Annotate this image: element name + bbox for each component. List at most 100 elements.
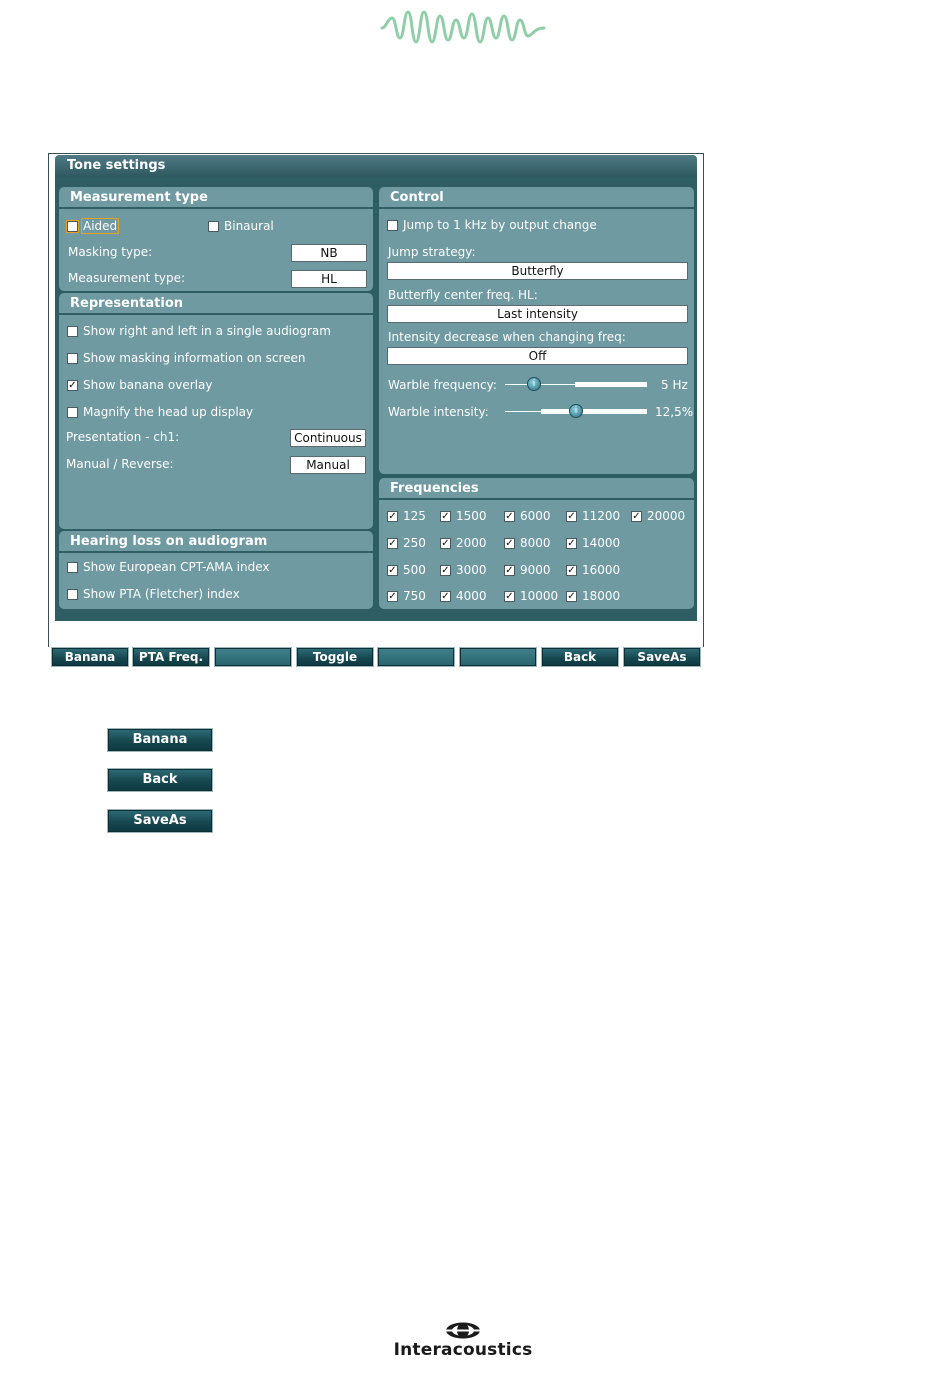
back-button[interactable]: Back [541, 647, 619, 667]
warble-intensity-label: Warble intensity: [388, 405, 489, 419]
pta-freq-button[interactable]: PTA Freq. [132, 647, 210, 667]
freq-6000-label[interactable]: 6000 [520, 509, 551, 523]
intensity-decrease-label: Intensity decrease when changing freq: [388, 330, 626, 344]
freq-750-checkbox[interactable]: ✓ [387, 591, 398, 602]
freq-3000-checkbox[interactable]: ✓ [440, 565, 451, 576]
freq-9000-checkbox[interactable]: ✓ [504, 565, 515, 576]
magnify-hud-checkbox[interactable] [67, 407, 78, 418]
warble-frequency-slider[interactable]: i [505, 377, 647, 391]
warble-intensity-fill [541, 409, 647, 414]
legend-banana-button[interactable]: Banana [107, 728, 213, 752]
cpt-ama-checkbox[interactable] [67, 562, 78, 573]
freq-18000-label[interactable]: 18000 [582, 589, 620, 603]
brand-name: Interacoustics [393, 1340, 533, 1360]
frequencies-header: Frequencies [379, 478, 694, 500]
empty-button-6[interactable] [459, 647, 537, 667]
manual-reverse-label: Manual / Reverse: [66, 457, 174, 471]
measurement-type-label: Measurement type: [68, 271, 186, 285]
bottom-toolbar: Banana PTA Freq. Toggle Back SaveAs [49, 646, 703, 670]
magnify-hud-label[interactable]: Magnify the head up display [83, 405, 253, 419]
freq-6000-checkbox[interactable]: ✓ [504, 511, 515, 522]
empty-button-5[interactable] [377, 647, 455, 667]
banana-button[interactable]: Banana [51, 647, 129, 667]
masking-info-label[interactable]: Show masking information on screen [83, 351, 306, 365]
freq-16000-checkbox[interactable]: ✓ [566, 565, 577, 576]
freq-125-checkbox[interactable]: ✓ [387, 511, 398, 522]
single-audiogram-checkbox[interactable] [67, 326, 78, 337]
representation-header: Representation [59, 293, 373, 315]
freq-10000-checkbox[interactable]: ✓ [504, 591, 515, 602]
freq-1500-label[interactable]: 1500 [456, 509, 487, 523]
binaural-checkbox[interactable] [208, 221, 219, 232]
binaural-label[interactable]: Binaural [224, 219, 274, 233]
warble-intensity-slider[interactable]: i [505, 404, 647, 418]
freq-18000-checkbox[interactable]: ✓ [566, 591, 577, 602]
freq-500-checkbox[interactable]: ✓ [387, 565, 398, 576]
warble-frequency-label: Warble frequency: [388, 378, 497, 392]
freq-250-label[interactable]: 250 [403, 536, 426, 550]
jump-strategy-value[interactable]: Butterfly [387, 262, 688, 280]
freq-11200-checkbox[interactable]: ✓ [566, 511, 577, 522]
banana-overlay-checkbox[interactable]: ✓ [67, 380, 78, 391]
single-audiogram-label[interactable]: Show right and left in a single audiogra… [83, 324, 331, 338]
freq-1500-checkbox[interactable]: ✓ [440, 511, 451, 522]
freq-20000-label[interactable]: 20000 [647, 509, 685, 523]
pta-fletcher-checkbox[interactable] [67, 589, 78, 600]
freq-11200-label[interactable]: 11200 [582, 509, 620, 523]
freq-10000-label[interactable]: 10000 [520, 589, 558, 603]
masking-type-label: Masking type: [68, 245, 153, 259]
tone-settings-window: Tone settings Measurement type Aided Bin… [48, 153, 704, 670]
freq-8000-checkbox[interactable]: ✓ [504, 538, 515, 549]
control-header: Control [379, 187, 694, 209]
presentation-value[interactable]: Continuous [290, 429, 366, 447]
legend-back-button[interactable]: Back [107, 768, 213, 792]
freq-4000-checkbox[interactable]: ✓ [440, 591, 451, 602]
freq-14000-checkbox[interactable]: ✓ [566, 538, 577, 549]
jump-strategy-label: Jump strategy: [388, 245, 476, 259]
pta-fletcher-label[interactable]: Show PTA (Fletcher) index [83, 587, 240, 601]
cpt-ama-label[interactable]: Show European CPT-AMA index [83, 560, 270, 574]
measurement-type-value[interactable]: HL [291, 270, 367, 288]
butterfly-center-value[interactable]: Last intensity [387, 305, 688, 323]
window-body: Measurement type Aided Binaural Masking … [49, 177, 703, 670]
warble-frequency-thumb[interactable]: i [527, 377, 541, 391]
warble-intensity-value: 12,5% [655, 405, 694, 419]
freq-4000-label[interactable]: 4000 [456, 589, 487, 603]
freq-750-label[interactable]: 750 [403, 589, 426, 603]
warble-intensity-thumb[interactable]: i [569, 404, 583, 418]
freq-16000-label[interactable]: 16000 [582, 563, 620, 577]
representation-panel: Representation Show right and left in a … [59, 293, 373, 529]
legend-saveas-button[interactable]: SaveAs [107, 809, 213, 833]
freq-8000-label[interactable]: 8000 [520, 536, 551, 550]
window-title: Tone settings [55, 155, 697, 177]
freq-3000-label[interactable]: 3000 [456, 563, 487, 577]
masking-info-checkbox[interactable] [67, 353, 78, 364]
presentation-label: Presentation - ch1: [66, 430, 180, 444]
intensity-decrease-value[interactable]: Off [387, 347, 688, 365]
aided-checkbox[interactable] [66, 220, 79, 233]
banana-overlay-label[interactable]: Show banana overlay [83, 378, 212, 392]
control-panel: Control Jump to 1 kHz by output change J… [379, 187, 694, 474]
freq-9000-label[interactable]: 9000 [520, 563, 551, 577]
saveas-button[interactable]: SaveAs [623, 647, 701, 667]
freq-500-label[interactable]: 500 [403, 563, 426, 577]
freq-2000-label[interactable]: 2000 [456, 536, 487, 550]
frequencies-panel: Frequencies ✓ 125 ✓ 250 ✓ 500 ✓ 750 ✓ 1500 ✓ 2000 ✓ 3… [379, 478, 694, 609]
aided-label[interactable]: Aided [80, 218, 120, 234]
masking-type-value[interactable]: NB [291, 244, 367, 262]
interacoustics-logo: Interacoustics [386, 1322, 540, 1362]
freq-2000-checkbox[interactable]: ✓ [440, 538, 451, 549]
wave-logo-icon [380, 10, 546, 44]
globe-icon [446, 1322, 480, 1339]
freq-14000-label[interactable]: 14000 [582, 536, 620, 550]
empty-button-3[interactable] [214, 647, 292, 667]
jump-1khz-checkbox[interactable] [387, 220, 398, 231]
manual-reverse-value[interactable]: Manual [290, 456, 366, 474]
freq-20000-checkbox[interactable]: ✓ [631, 511, 642, 522]
jump-1khz-label[interactable]: Jump to 1 kHz by output change [403, 218, 597, 232]
measurement-type-panel: Measurement type Aided Binaural Masking … [59, 187, 373, 291]
freq-125-label[interactable]: 125 [403, 509, 426, 523]
toggle-button[interactable]: Toggle [296, 647, 374, 667]
freq-250-checkbox[interactable]: ✓ [387, 538, 398, 549]
hearing-loss-panel: Hearing loss on audiogram Show European … [59, 531, 373, 609]
